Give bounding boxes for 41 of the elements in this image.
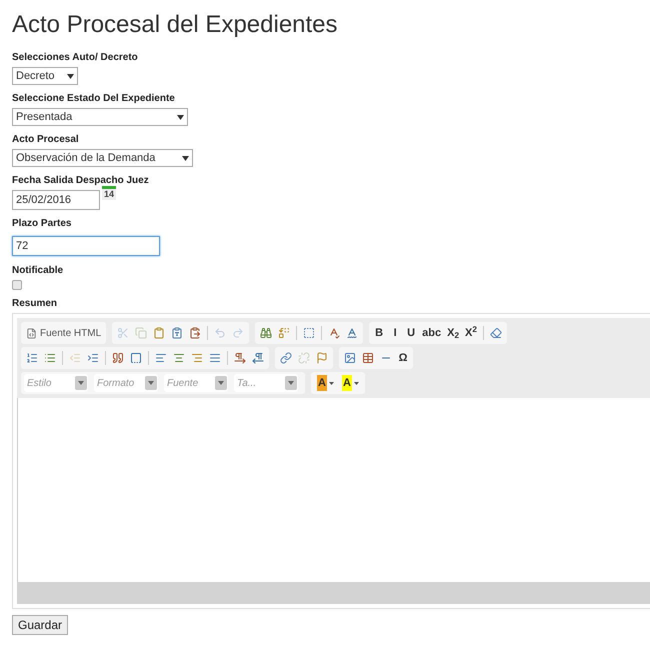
pilcrow-icon[interactable]: [250, 350, 266, 366]
document-icon: [26, 328, 37, 338]
format-button[interactable]: X$^{2}$: [463, 324, 479, 342]
eraser-icon[interactable]: [488, 325, 504, 341]
input-field[interactable]: 72: [12, 236, 160, 256]
field-label: Fecha Salida Despacho Juez: [12, 174, 150, 188]
caret-icon: [177, 114, 184, 120]
format-button[interactable]: abc: [420, 324, 444, 342]
page-title: Acto Procesal del Expedientes: [12, 10, 339, 40]
format-button[interactable]: U: [404, 324, 418, 342]
binoculars-icon[interactable]: [258, 325, 274, 341]
field-label: Selecciones Auto/ Decreto: [12, 51, 139, 65]
save-button[interactable]: Guardar: [12, 615, 68, 635]
calendar-icon[interactable]: 14: [102, 186, 116, 200]
color-button[interactable]: A: [338, 374, 362, 392]
field-label: Notificable: [12, 264, 64, 278]
caret-icon: [67, 74, 74, 78]
dropdown[interactable]: Decreto: [12, 67, 78, 85]
source-button[interactable]: Fuente HTML: [24, 326, 104, 340]
format-button[interactable]: I: [388, 324, 402, 342]
field-label: Plazo Partes: [12, 217, 72, 231]
dropdown[interactable]: Presentada: [12, 108, 188, 126]
field-label: Acto Procesal: [12, 133, 80, 147]
format-button[interactable]: Ω: [396, 350, 410, 366]
caret-icon: [328, 382, 334, 384]
format-button[interactable]: B: [372, 324, 386, 342]
pilcrow-icon[interactable]: [232, 350, 248, 366]
table-icon[interactable]: [360, 350, 376, 366]
link-icon[interactable]: [278, 350, 294, 366]
field-label: Resumen: [12, 297, 58, 311]
caret-icon: [354, 382, 359, 384]
image-icon[interactable]: [342, 350, 358, 366]
format-button[interactable]: X$_{2}$: [445, 324, 462, 342]
dropdown[interactable]: Observación de la Demanda: [12, 149, 193, 167]
field-label: Seleccione Estado Del Expediente: [12, 92, 176, 106]
quote-icon[interactable]: [110, 350, 126, 366]
checkbox[interactable]: [12, 280, 22, 290]
color-button[interactable]: A: [314, 374, 337, 392]
dashed-box-icon[interactable]: [128, 350, 144, 366]
caret-icon: [182, 156, 189, 160]
date-field[interactable]: 25/02/2016: [12, 190, 100, 210]
